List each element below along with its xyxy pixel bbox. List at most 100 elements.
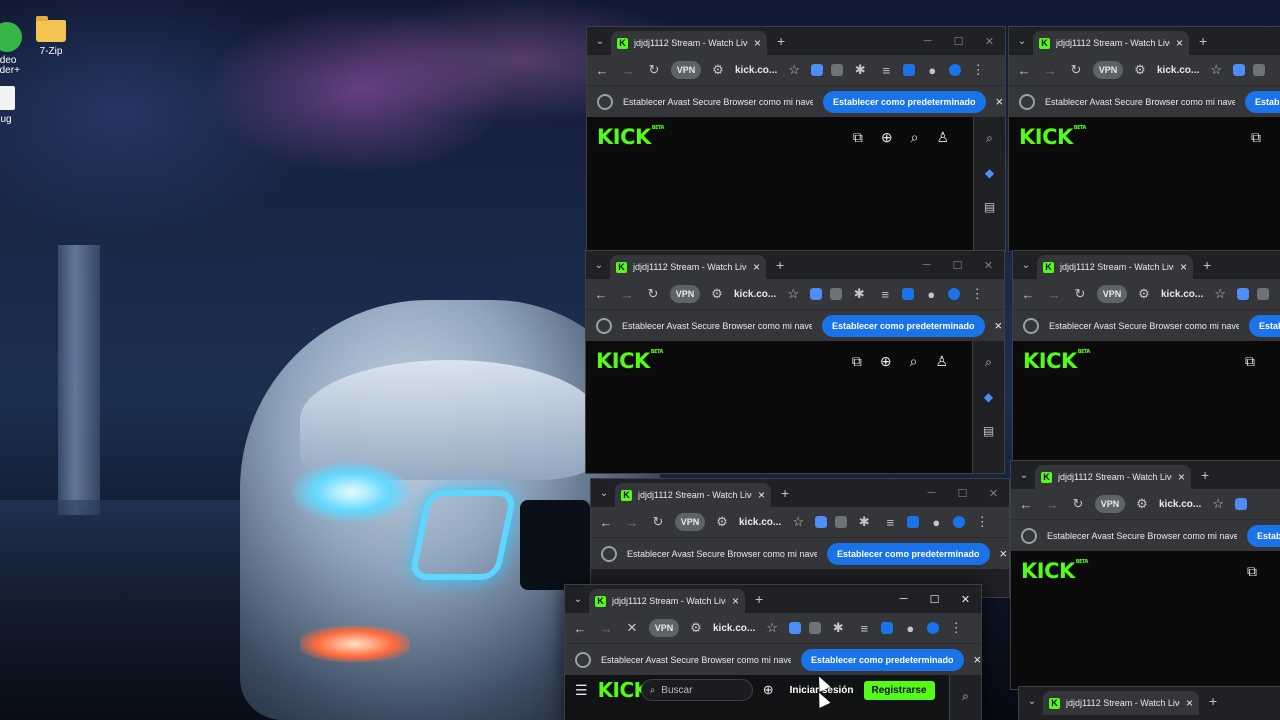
browse-icon[interactable]: ⧉	[853, 129, 863, 146]
back-icon[interactable]: ←	[571, 621, 589, 636]
shield-check-icon[interactable]	[949, 64, 962, 76]
reload-icon[interactable]: ↻	[649, 514, 667, 530]
browser-window[interactable]: ⌄ K jdjdj1112 Stream - Watch Live c × + …	[590, 478, 1010, 598]
puzzle-icon[interactable]: ✱	[850, 286, 868, 302]
tab-close-icon[interactable]: ×	[1178, 470, 1185, 484]
infobar-close-icon[interactable]: ×	[1000, 546, 1008, 561]
site-settings-icon[interactable]: ⚙	[1131, 62, 1149, 78]
new-tab-button[interactable]: +	[777, 33, 785, 49]
user-icon[interactable]: ♙	[935, 353, 948, 370]
kick-logo[interactable]: KICKBETA	[1023, 349, 1090, 373]
set-default-button[interactable]: Establecer como predeterminado	[1249, 314, 1280, 337]
user-icon[interactable]: ♙	[936, 129, 949, 146]
globe-icon[interactable]: ⊕	[763, 682, 774, 698]
address-bar[interactable]: kick.co...	[734, 289, 776, 300]
media-icon[interactable]: ≡	[855, 621, 873, 636]
browser-tab[interactable]: K jdjdj1112 Stream - Watch Live c ×	[1035, 465, 1191, 489]
side-notes-icon[interactable]: ▤	[983, 424, 994, 438]
minimize-button[interactable]: ─	[912, 35, 943, 48]
extension-icon[interactable]	[1235, 498, 1248, 510]
close-button[interactable]: ✕	[974, 35, 1005, 48]
tab-close-icon[interactable]: ×	[732, 594, 739, 608]
set-default-button[interactable]: Establecer como predeterminado	[823, 90, 986, 113]
close-button[interactable]: ✕	[978, 487, 1009, 500]
browser-tab[interactable]: K jdjdj1112 Stream - Watch Live c ×	[615, 483, 771, 507]
tab-search-button[interactable]: ⌄	[1021, 696, 1043, 707]
tab-search-button[interactable]: ⌄	[567, 594, 589, 605]
address-bar[interactable]: kick.co...	[735, 65, 777, 76]
browser-window[interactable]: ⌄ K jdjdj1112 Stream - Watch Live c × +	[1018, 686, 1280, 720]
reload-icon[interactable]: ↻	[1071, 286, 1089, 302]
browser-window[interactable]: ⌄ K jdjdj1112 Stream - Watch Live c × + …	[1010, 460, 1280, 690]
side-search-icon[interactable]: ⌕	[986, 131, 993, 146]
sidebar-icon[interactable]	[907, 516, 920, 528]
globe-icon[interactable]: ⊕	[880, 353, 892, 370]
vpn-button[interactable]: VPN	[671, 61, 701, 79]
star-icon[interactable]: ☆	[1211, 286, 1229, 302]
extension-icon[interactable]	[815, 516, 828, 528]
back-icon[interactable]: ←	[1017, 497, 1035, 512]
menu-dots-icon[interactable]: ⋮	[969, 62, 987, 78]
browser-tab[interactable]: K jdjdj1112 Stream - Watch Live c ×	[1033, 31, 1189, 55]
close-button[interactable]: ✕	[973, 259, 1004, 272]
profile-icon[interactable]: ●	[927, 515, 945, 530]
tab-close-icon[interactable]: ×	[754, 36, 761, 50]
search-icon[interactable]: ⌕	[910, 353, 918, 370]
tab-search-button[interactable]: ⌄	[593, 488, 615, 499]
puzzle-icon[interactable]: ✱	[829, 620, 847, 636]
kick-logo[interactable]: KICKBETA	[596, 349, 663, 373]
extension-icon[interactable]	[811, 64, 824, 76]
back-icon[interactable]: ←	[593, 63, 611, 78]
menu-dots-icon[interactable]: ⋮	[947, 620, 965, 636]
set-default-button[interactable]: Establecer como predeterminado	[822, 314, 985, 337]
address-bar[interactable]: kick.co...	[739, 517, 781, 528]
browse-icon[interactable]: ⧉	[1245, 353, 1255, 370]
sidebar-icon[interactable]	[881, 622, 894, 634]
address-bar[interactable]: kick.co...	[1161, 289, 1203, 300]
new-tab-button[interactable]: +	[781, 485, 789, 501]
puzzle-icon[interactable]: ✱	[855, 514, 873, 530]
side-messenger-icon[interactable]: ◆	[985, 166, 994, 180]
infobar-close-icon[interactable]: ×	[974, 652, 981, 667]
minimize-button[interactable]: ─	[916, 487, 947, 500]
new-tab-button[interactable]: +	[1203, 257, 1211, 273]
profile-icon[interactable]: ●	[901, 621, 919, 636]
star-icon[interactable]: ☆	[763, 620, 781, 636]
reload-icon[interactable]: ↻	[644, 286, 662, 302]
star-icon[interactable]: ☆	[1209, 496, 1227, 512]
forward-icon[interactable]: →	[619, 63, 637, 78]
browser-window[interactable]: ⌄ K jdjdj1112 Stream - Watch Live c × + …	[1012, 250, 1280, 470]
register-button[interactable]: Registrarse	[863, 680, 935, 700]
minimize-button[interactable]: ─	[911, 259, 942, 272]
extension-icon[interactable]	[1257, 288, 1270, 300]
browser-tab[interactable]: K jdjdj1112 Stream - Watch Live c ×	[610, 255, 766, 279]
reload-icon[interactable]: ↻	[1069, 496, 1087, 512]
browser-tab[interactable]: K jdjdj1112 Stream - Watch Live c ×	[589, 589, 745, 613]
site-settings-icon[interactable]: ⚙	[1133, 496, 1151, 512]
reload-icon[interactable]: ↻	[1067, 62, 1085, 78]
tab-close-icon[interactable]: ×	[758, 488, 765, 502]
maximize-button[interactable]: ☐	[947, 487, 978, 500]
vpn-button[interactable]: VPN	[649, 619, 679, 637]
address-bar[interactable]: kick.co...	[713, 623, 755, 634]
browser-tab[interactable]: K jdjdj1112 Stream - Watch Live c ×	[1037, 255, 1193, 279]
star-icon[interactable]: ☆	[789, 514, 807, 530]
vpn-button[interactable]: VPN	[1097, 285, 1127, 303]
set-default-button[interactable]: Establecer como predeterminado	[1245, 90, 1280, 113]
tab-close-icon[interactable]: ×	[753, 260, 760, 274]
desktop-icon-video-downloader[interactable]: ideo ader+	[0, 22, 22, 76]
extension-icon[interactable]	[810, 288, 823, 300]
reload-icon[interactable]: ↻	[645, 62, 663, 78]
maximize-button[interactable]: ☐	[919, 593, 950, 606]
browser-window-active[interactable]: ⌄ K jdjdj1112 Stream - Watch Live c × + …	[564, 584, 982, 720]
side-search-icon[interactable]: ⌕	[962, 689, 969, 704]
browse-icon[interactable]: ⧉	[1247, 563, 1257, 580]
set-default-button[interactable]: Establecer como predeterminado	[801, 648, 964, 671]
side-messenger-icon[interactable]: ◆	[984, 390, 993, 404]
back-icon[interactable]: ←	[1019, 287, 1037, 302]
new-tab-button[interactable]: +	[1199, 33, 1207, 49]
vpn-button[interactable]: VPN	[675, 513, 705, 531]
kick-logo[interactable]: KICKBETA	[1021, 559, 1088, 583]
side-notes-icon[interactable]: ▤	[984, 200, 995, 214]
site-settings-icon[interactable]: ⚙	[709, 62, 727, 78]
